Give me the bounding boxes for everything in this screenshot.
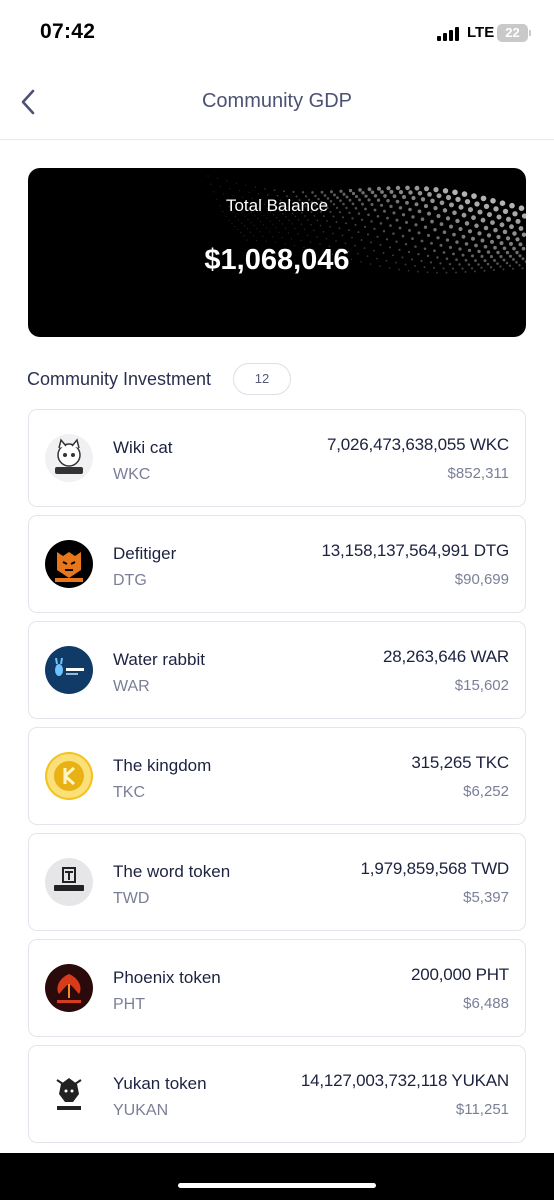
wiki-cat-logo: [45, 434, 93, 482]
token-list: Wiki cat WKC 7,026,473,638,055 WKC $852,311…: [28, 409, 526, 1151]
token-card[interactable]: Defitiger DTG 13,158,137,564,991 DTG $90,69…: [28, 515, 526, 613]
bottom-bar: [0, 1153, 554, 1200]
battery-icon: 22: [497, 24, 528, 42]
battery-tip: [529, 30, 531, 36]
community-investment-title: Community Investment: [27, 369, 212, 389]
token-name: Yukan token: [113, 1074, 207, 1093]
token-card[interactable]: Water rabbit WAR 28,263,646 WAR $15,602: [28, 621, 526, 719]
phoenix-token-logo: [45, 964, 93, 1012]
status-bar: 07:42 LTE 22: [0, 0, 554, 66]
token-amount: 200,000 PHT: [411, 965, 509, 984]
water-rabbit-logo: [45, 646, 93, 694]
the-kingdom-logo: [45, 752, 93, 800]
token-name: Defitiger: [113, 544, 177, 563]
token-card[interactable]: Wiki cat WKC 7,026,473,638,055 WKC $852,311: [28, 409, 526, 507]
total-balance-card: Total Balance $1,068,046: [28, 168, 526, 337]
token-usd: $15,602: [454, 677, 509, 694]
the-word-token-logo: [45, 858, 93, 906]
total-balance-label: Total Balance: [225, 196, 329, 215]
network-label: LTE: [467, 24, 495, 41]
token-name: The word token: [113, 862, 231, 881]
token-usd: $6,252: [463, 783, 509, 800]
token-card[interactable]: Yukan token YUKAN 14,127,003,732,118 YUKAN…: [28, 1045, 526, 1143]
token-symbol: WAR: [113, 678, 150, 695]
token-usd: $11,251: [455, 1101, 509, 1118]
token-amount: 1,979,859,568 TWD: [360, 859, 510, 878]
token-symbol: WKC: [113, 466, 151, 483]
token-symbol: DTG: [113, 572, 147, 589]
token-symbol: PHT: [113, 996, 145, 1013]
token-amount: 13,158,137,564,991 DTG: [321, 541, 510, 560]
token-card[interactable]: The word token TWD 1,979,859,568 TWD $5,397: [28, 833, 526, 931]
token-symbol: YUKAN: [113, 1102, 169, 1119]
status-time: 07:42: [40, 20, 96, 43]
token-card[interactable]: Phoenix token PHT 200,000 PHT $6,488: [28, 939, 526, 1037]
token-name: The kingdom: [113, 756, 212, 775]
token-usd: $852,311: [447, 465, 509, 482]
token-name: Phoenix token: [113, 968, 221, 987]
page-title: Community GDP: [201, 90, 353, 112]
token-usd: $90,699: [454, 571, 509, 588]
investment-count-badge: 12: [233, 363, 291, 395]
signal-icon: [437, 27, 461, 41]
token-symbol: TKC: [113, 784, 145, 801]
token-usd: $6,488: [463, 995, 509, 1012]
token-usd: $5,397: [463, 889, 509, 906]
token-symbol: TWD: [113, 890, 150, 907]
token-amount: 28,263,646 WAR: [382, 647, 509, 666]
token-name: Water rabbit: [113, 650, 205, 669]
home-indicator[interactable]: [178, 1183, 376, 1188]
token-amount: 14,127,003,732,118 YUKAN: [300, 1071, 509, 1090]
defitiger-logo: [45, 540, 93, 588]
nav-bar: Community GDP: [0, 66, 554, 140]
total-balance-value: $1,068,046: [204, 244, 350, 276]
token-name: Wiki cat: [113, 438, 173, 457]
yukan-token-logo: [45, 1070, 93, 1118]
token-amount: 315,265 TKC: [411, 753, 509, 772]
token-amount: 7,026,473,638,055 WKC: [327, 435, 509, 454]
token-card[interactable]: The kingdom TKC 315,265 TKC $6,252: [28, 727, 526, 825]
